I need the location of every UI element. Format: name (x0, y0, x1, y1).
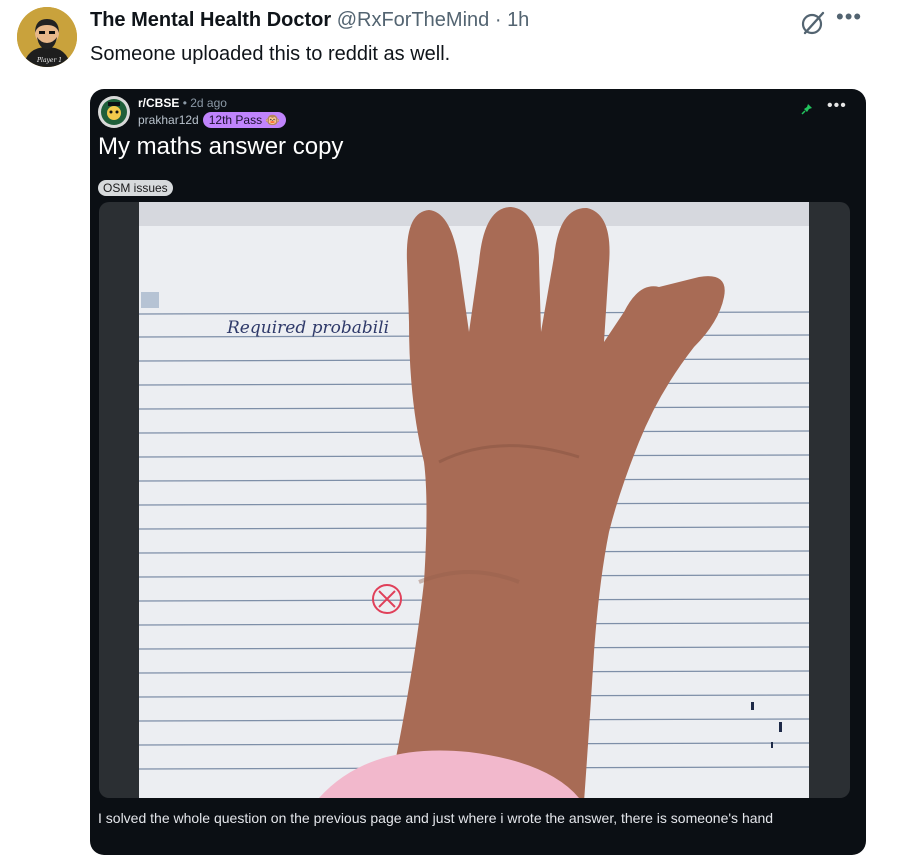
subreddit-avatar[interactable] (98, 96, 130, 128)
author-display-name[interactable]: The Mental Health Doctor (90, 9, 331, 31)
cbse-logo-icon (98, 96, 130, 128)
post-more-options-icon[interactable]: ••• (827, 97, 847, 115)
post-flair-badge[interactable]: OSM issues (98, 180, 173, 196)
avatar-caption: Player 1 (36, 57, 62, 64)
reddit-post-card[interactable]: r/CBSE • 2d ago prakhar12d 12th Pass 🐵 •… (90, 89, 866, 855)
handwritten-text: Required probabili (226, 318, 389, 338)
subreddit-line: r/CBSE • 2d ago (138, 96, 227, 110)
post-image[interactable]: Required probabili (99, 202, 850, 798)
pin-icon (801, 104, 812, 115)
tweet-header: The Mental Health Doctor @RxForTheMind ·… (90, 9, 529, 32)
more-options-icon[interactable]: ••• (836, 4, 862, 30)
post-caption: I solved the whole question on the previ… (98, 810, 774, 826)
grok-icon[interactable] (799, 9, 827, 37)
post-title[interactable]: My maths answer copy (98, 133, 343, 161)
author-handle[interactable]: @RxForTheMind (337, 9, 490, 31)
post-time-ago: • 2d ago (182, 96, 227, 110)
notebook-photo-with-hand: Required probabili (139, 202, 809, 798)
post-author-line: prakhar12d 12th Pass 🐵 (138, 112, 287, 128)
tweet-text: Someone uploaded this to reddit as well. (90, 43, 451, 65)
bearded-man-avatar-icon: Player 1 (17, 7, 77, 67)
qr-mark-icon (141, 292, 159, 308)
author-avatar[interactable]: Player 1 (17, 7, 77, 67)
tweet-time[interactable]: 1h (507, 9, 529, 31)
post-author-username[interactable]: prakhar12d (138, 113, 199, 127)
header-separator: · (494, 9, 502, 31)
subreddit-name[interactable]: r/CBSE (138, 96, 179, 110)
user-flair-badge: 12th Pass 🐵 (202, 112, 287, 128)
